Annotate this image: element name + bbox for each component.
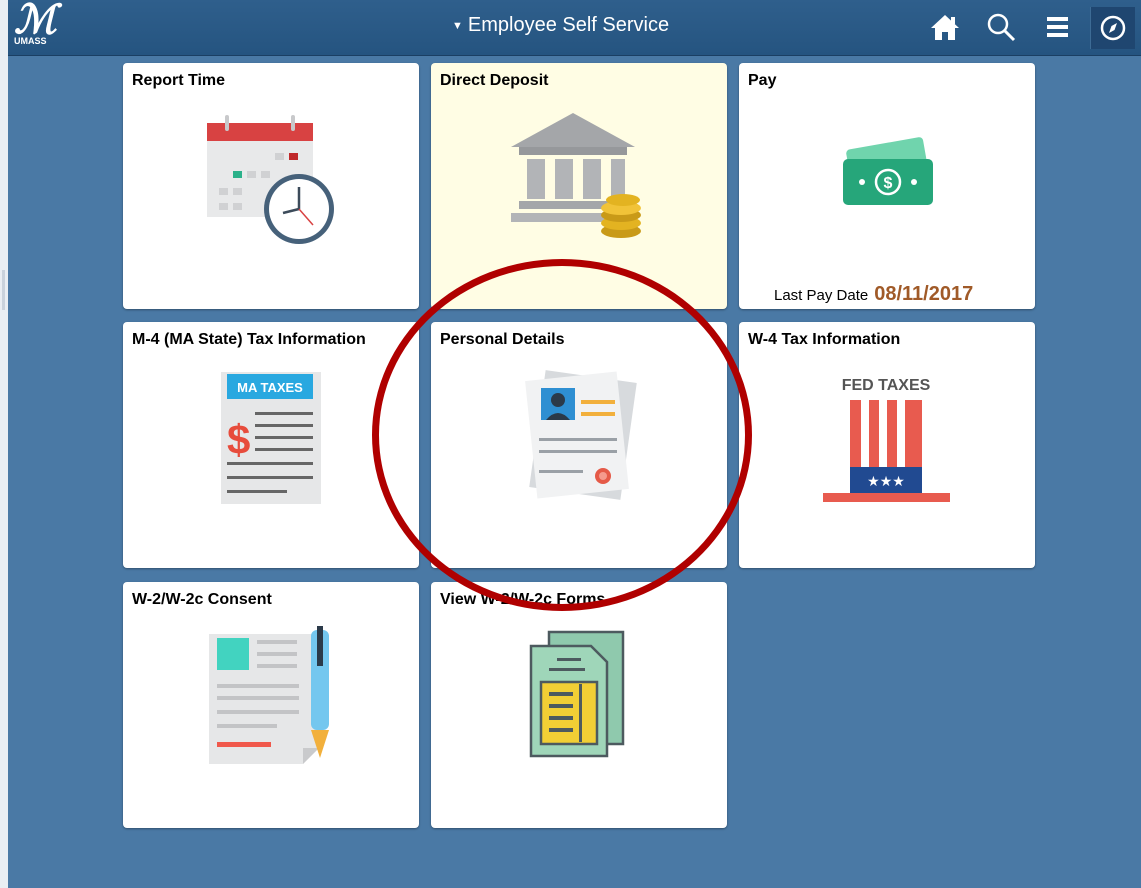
highlight-circle-annotation (372, 259, 752, 611)
uncle-sam-hat-icon: FED TAXES ★★★ (823, 377, 950, 502)
tile-report-time[interactable]: Report Time (123, 63, 419, 309)
left-edge-strip (0, 0, 8, 888)
document-pen-icon (209, 626, 329, 764)
tile-title: W-4 Tax Information (748, 331, 901, 348)
icon-text: FED TAXES (842, 377, 931, 394)
last-pay-info: Last Pay Date 08/11/2017 (774, 283, 973, 306)
search-icon[interactable] (984, 10, 1018, 44)
page-title: Employee Self Service (467, 14, 670, 36)
tile-title: Report Time (132, 72, 226, 89)
tile-title: M-4 (MA State) Tax Information (132, 331, 366, 348)
forms-stack-icon (529, 630, 625, 758)
dollar-symbol: $ (227, 416, 250, 463)
ma-taxes-document-icon: MA TAXES $ (221, 372, 321, 504)
tile-title: Pay (748, 72, 777, 89)
caret-down-icon: ▼ (452, 19, 463, 32)
bank-coins-icon (511, 113, 641, 238)
last-pay-date: 08/11/2017 (874, 283, 974, 305)
money-bill-icon: $ (843, 137, 933, 205)
icon-text: MA TAXES (237, 380, 303, 395)
logo-text: UMASS (14, 36, 47, 46)
homepage-selector[interactable]: ▼ Employee Self Service (452, 14, 669, 37)
umass-logo[interactable]: ℳ UMASS (14, 0, 60, 50)
tile-view-w2-forms[interactable]: View W-2/W-2c Forms (431, 582, 727, 828)
navbar-button[interactable] (1090, 7, 1135, 49)
svg-text:$: $ (884, 175, 893, 192)
tile-pay[interactable]: Pay $ Last Pay Date 08/11/2017 (739, 63, 1035, 309)
tile-w4-tax-information[interactable]: W-4 Tax Information FED TAXES ★★★ (739, 322, 1035, 568)
umass-logo-mark: ℳ (14, 0, 57, 42)
tile-title: Direct Deposit (440, 72, 549, 89)
tile-w2-consent[interactable]: W-2/W-2c Consent (123, 582, 419, 828)
home-icon[interactable] (928, 10, 962, 44)
top-banner: ℳ UMASS ▼ Employee Self Service (8, 0, 1141, 56)
last-pay-label: Last Pay Date (774, 287, 869, 304)
navbar-compass-icon (1100, 15, 1126, 41)
menu-icon[interactable] (1041, 10, 1075, 44)
tile-title: W-2/W-2c Consent (132, 591, 272, 608)
calendar-clock-icon (207, 115, 334, 244)
svg-text:★★★: ★★★ (867, 474, 905, 490)
